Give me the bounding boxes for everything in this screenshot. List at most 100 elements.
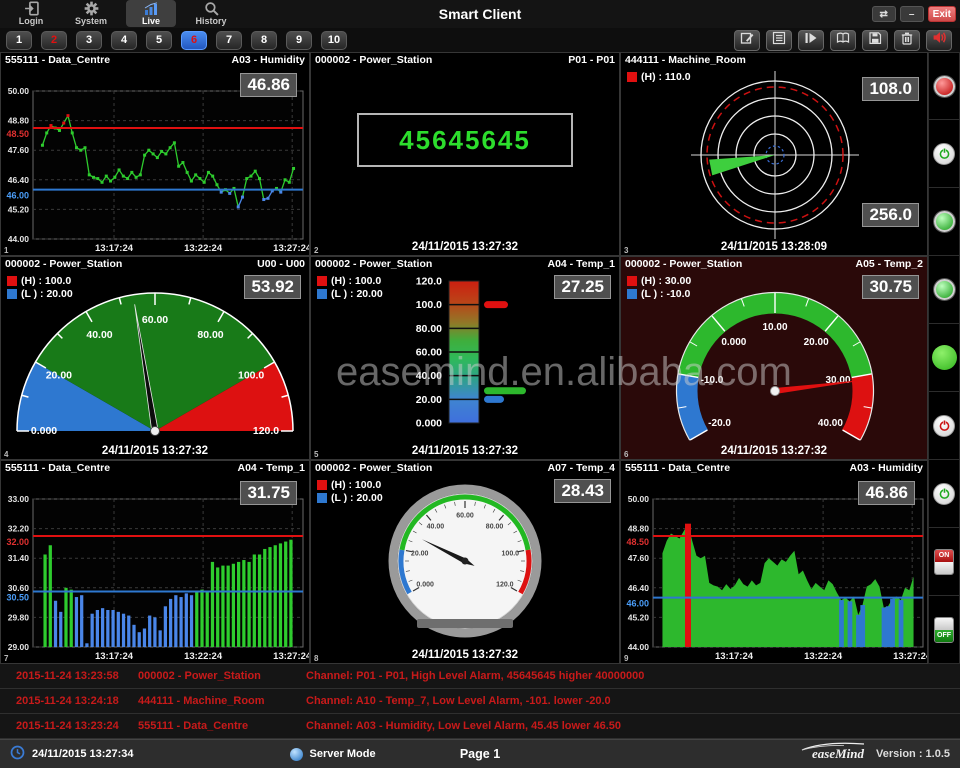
minimize-button[interactable]: – <box>900 6 924 22</box>
sidebar-cell: OFF <box>928 596 960 664</box>
legend-swatch <box>627 276 637 286</box>
alarm-row[interactable]: 2015-11-24 13:23:58 000002 - Power_Stati… <box>0 664 960 689</box>
tab-3[interactable]: 3 <box>76 31 102 50</box>
tab-5[interactable]: 5 <box>146 31 172 50</box>
nav-live-button[interactable]: Live <box>126 0 176 27</box>
value-display: 31.75 <box>240 481 297 505</box>
power-button-green[interactable] <box>933 483 955 505</box>
svg-text:13:27:24: 13:27:24 <box>273 651 309 662</box>
panel-round-gauge[interactable]: 000002 - Power_StationA07 - Temp_4 0.000… <box>310 460 620 664</box>
legend-item: (L ) : 20.00 <box>317 287 383 300</box>
trash-button[interactable] <box>894 30 920 51</box>
panel-number: 7 <box>4 654 8 663</box>
svg-text:40.00: 40.00 <box>86 329 112 341</box>
sound-icon <box>932 30 947 50</box>
panel-station: 555111 - Data_Centre <box>625 462 730 475</box>
svg-text:13:27:24: 13:27:24 <box>893 651 928 662</box>
smart-client-window: LoginSystemLiveHistory Smart Client ⇄ – … <box>0 0 960 768</box>
svg-text:13:22:24: 13:22:24 <box>184 651 223 662</box>
panel-bar-trend[interactable]: 555111 - Data_CentreA04 - Temp_1 33.0032… <box>0 460 310 664</box>
panel-area-trend[interactable]: 555111 - Data_CentreA03 - Humidity 50.00… <box>620 460 928 664</box>
dashboard: 555111 - Data_Centre A03 - Humidity 50.00… <box>0 52 960 664</box>
alarm-row[interactable]: 2015-11-24 13:24:18 444111 - Machine_Roo… <box>0 689 960 714</box>
edit-button[interactable] <box>734 30 760 51</box>
tab-10[interactable]: 10 <box>321 31 347 50</box>
rocker-switch-on[interactable]: ON <box>934 549 954 575</box>
tab-7[interactable]: 7 <box>216 31 242 50</box>
power-button-green[interactable] <box>933 143 955 165</box>
panel-channel: A04 - Temp_1 <box>238 462 306 475</box>
alarm-time: 2015-11-24 13:24:18 <box>0 695 138 707</box>
panel-arc-gauge-alarm[interactable]: 000002 - Power_StationA05 - Temp_2 -20.0… <box>620 256 928 460</box>
panel-radar[interactable]: 444111 - Machine_Room (H) : 110.0 108.0 … <box>620 52 928 256</box>
sidebar-cell <box>928 120 960 188</box>
panel-semi-gauge[interactable]: 000002 - Power_StationU00 - U00 0.00020.… <box>0 256 310 460</box>
tab-4[interactable]: 4 <box>111 31 137 50</box>
panel-number: 2 <box>314 246 318 255</box>
login-icon <box>24 2 39 16</box>
value-display-top: 108.0 <box>862 77 919 101</box>
panel-station: 000002 - Power_Station <box>315 54 432 67</box>
svg-text:44.00: 44.00 <box>8 234 30 244</box>
value-display: 27.25 <box>554 275 611 299</box>
indicator-lamp-green[interactable] <box>934 279 955 300</box>
alarm-row[interactable]: 2015-11-24 13:23:24 555111 - Data_Centre… <box>0 714 960 739</box>
panel-vertical-bar-gauge[interactable]: 000002 - Power_StationA04 - Temp_1 0.000… <box>310 256 620 460</box>
tab-2[interactable]: 2 <box>41 31 67 50</box>
sidebar-cell <box>928 188 960 256</box>
panel-station: 444111 - Machine_Room <box>625 54 746 67</box>
panel-timestamp: 24/11/2015 13:27:32 <box>311 241 619 253</box>
page-tab-bar: 123456789 10 <box>0 28 960 52</box>
panel-legend: (H) : 110.0 <box>627 70 691 83</box>
rocker-switch-off[interactable]: OFF <box>934 617 954 643</box>
panel-station: 555111 - Data_Centre <box>5 54 110 67</box>
legend-label: (H) : 100.0 <box>331 479 381 491</box>
indicator-lamp-green[interactable] <box>934 211 955 232</box>
dashboard-grid: 555111 - Data_Centre A03 - Humidity 50.00… <box>0 52 928 664</box>
svg-text:48.80: 48.80 <box>628 524 650 534</box>
tab-6[interactable]: 6 <box>181 31 207 50</box>
tab-1[interactable]: 1 <box>6 31 32 50</box>
sound-button[interactable] <box>926 30 952 51</box>
run-button[interactable] <box>798 30 824 51</box>
tab-9[interactable]: 9 <box>286 31 312 50</box>
panel-channel: A03 - Humidity <box>231 54 305 67</box>
book-icon <box>836 31 850 50</box>
power-button-red[interactable] <box>933 415 955 437</box>
panel-station: 000002 - Power_Station <box>315 258 432 271</box>
alarm-message: Channel: P01 - P01, High Level Alarm, 45… <box>306 670 960 682</box>
nav-login-button[interactable]: Login <box>6 0 56 27</box>
nav-history-button[interactable]: History <box>186 0 236 27</box>
panel-number: 6 <box>624 450 628 459</box>
panel-trend-humidity[interactable]: 555111 - Data_CentreA03 - Humidity 50.00… <box>0 52 310 256</box>
legend-swatch <box>627 72 637 82</box>
book-button[interactable] <box>830 30 856 51</box>
restore-button[interactable]: ⇄ <box>872 6 896 22</box>
svg-text:100.0: 100.0 <box>416 299 442 311</box>
nav-label: History <box>195 16 226 26</box>
legend-item: (L ) : 20.00 <box>7 287 73 300</box>
panel-digital-readout[interactable]: 000002 - Power_StationP01 - P01 45645645… <box>310 52 620 256</box>
svg-text:48.50: 48.50 <box>626 537 649 547</box>
save-button[interactable] <box>862 30 888 51</box>
svg-text:60.00: 60.00 <box>142 314 168 326</box>
alarm-list: 2015-11-24 13:23:58 000002 - Power_Stati… <box>0 664 960 739</box>
svg-text:20.00: 20.00 <box>416 394 442 406</box>
indicator-lamp-red[interactable] <box>934 76 955 97</box>
panel-station: 000002 - Power_Station <box>5 258 122 271</box>
status-dot-green[interactable] <box>932 345 957 370</box>
status-time: 24/11/2015 13:27:34 <box>32 748 134 760</box>
tab-8[interactable]: 8 <box>251 31 277 50</box>
server-mode-label: Server Mode <box>310 748 376 760</box>
list-button[interactable] <box>766 30 792 51</box>
value-display-bottom: 256.0 <box>862 203 919 227</box>
svg-text:29.00: 29.00 <box>8 642 30 652</box>
exit-button[interactable]: Exit <box>928 6 956 22</box>
run-icon <box>804 31 818 50</box>
nav-system-button[interactable]: System <box>66 0 116 27</box>
window-controls: ⇄ – Exit <box>872 6 960 22</box>
svg-text:50.00: 50.00 <box>628 494 650 504</box>
legend-item: (H) : 100.0 <box>317 478 383 491</box>
system-icon <box>84 2 99 16</box>
legend-label: (H) : 100.0 <box>331 275 381 287</box>
